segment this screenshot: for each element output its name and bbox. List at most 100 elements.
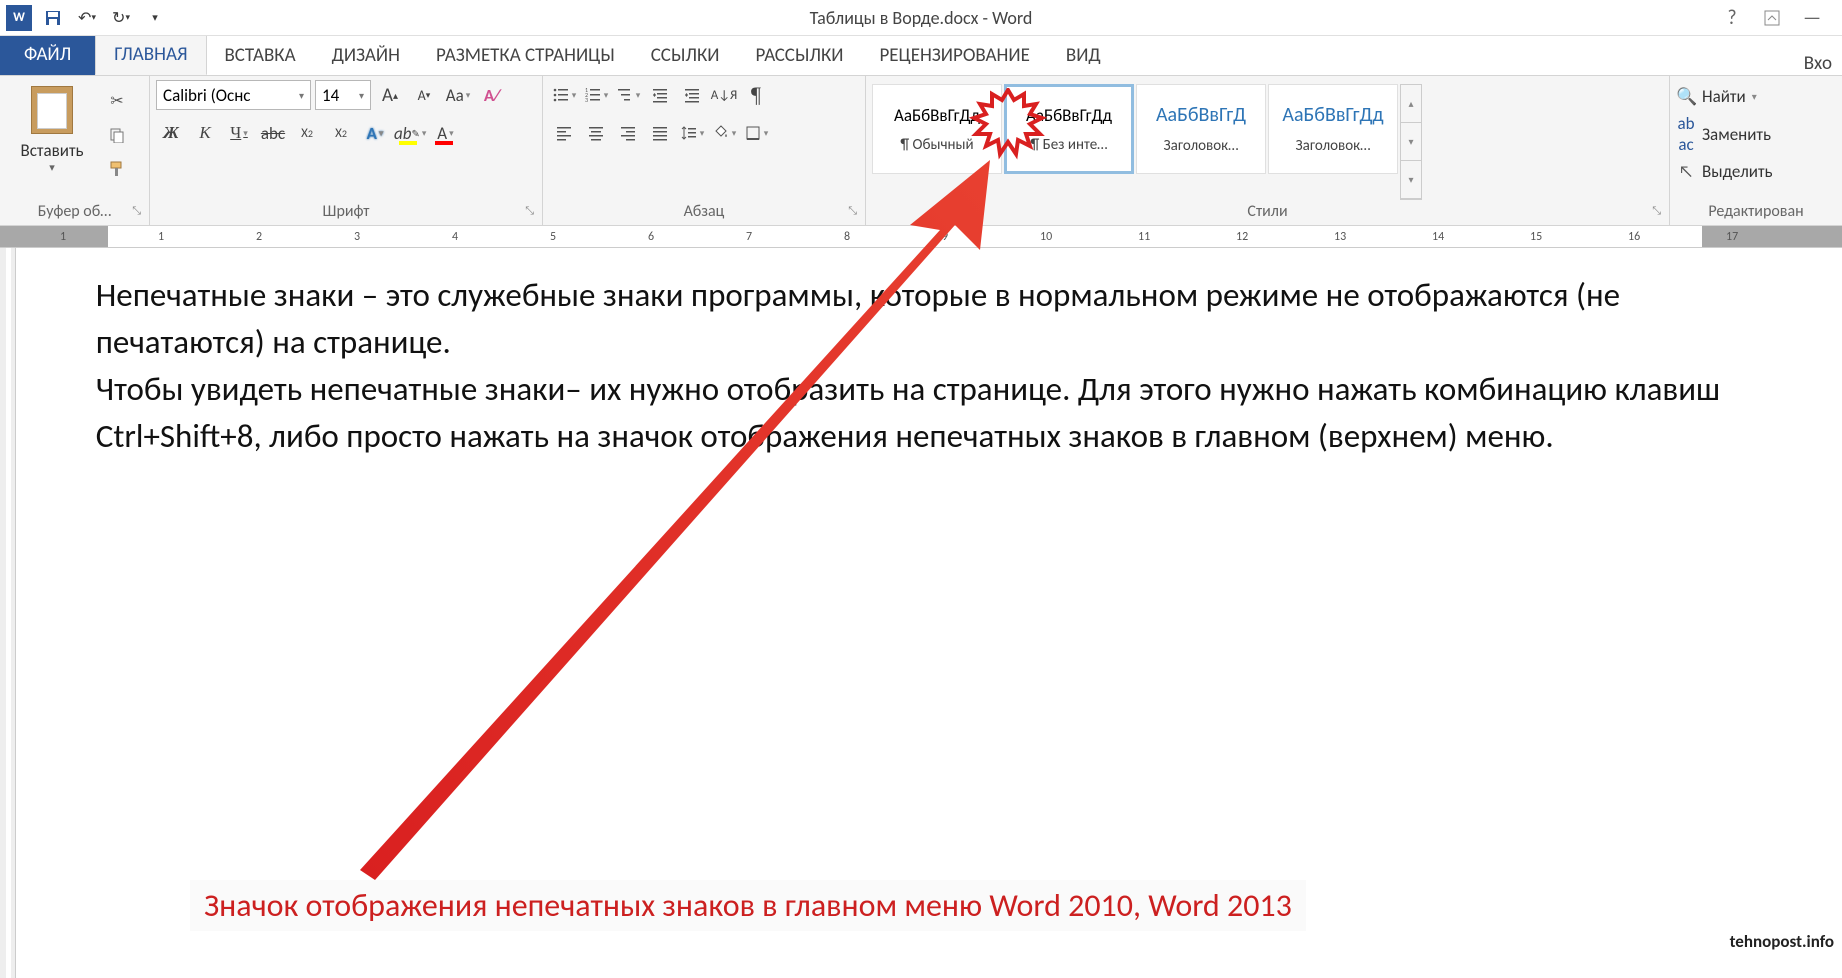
style-sample: АаБбВвГгДд [1026,105,1112,126]
tab-file[interactable]: ФАЙЛ [0,34,95,75]
style-name: ¶ Обычный [877,136,997,154]
group-clipboard: Вставить ▾ ✂ Буфер об…⤡ [0,76,150,225]
tab-design[interactable]: ДИЗАЙН [314,36,418,75]
tab-layout[interactable]: РАЗМЕТКА СТРАНИЦЫ [418,36,633,75]
ribbon-tabs: ФАЙЛ ГЛАВНАЯ ВСТАВКА ДИЗАЙН РАЗМЕТКА СТР… [0,36,1842,76]
group-editing-label: Редактирован [1676,200,1836,223]
styles-dialog-icon[interactable]: ⤡ [1652,204,1661,218]
paragraph-dialog-icon[interactable]: ⤡ [848,204,857,218]
font-name-combo[interactable]: Calibri (Оснс▾ [156,80,311,110]
italic-button[interactable]: К [190,118,220,148]
text-effects-button[interactable]: A [360,118,390,148]
clipboard-dialog-icon[interactable]: ⤡ [132,204,141,218]
cursor-icon: ↖ [1676,161,1696,182]
sort-button[interactable]: А↓Я [709,80,739,110]
styles-expand-icon[interactable]: ▾ [1401,161,1421,199]
select-button[interactable]: ↖Выделить [1676,161,1773,182]
format-painter-icon[interactable] [104,156,130,182]
shading-button[interactable] [709,118,739,148]
font-color-button[interactable]: A [430,118,460,148]
help-icon[interactable]: ? [1720,6,1744,30]
ruler-tick: 1 [60,230,66,244]
group-styles-label: Стили⤡ [872,200,1663,223]
document-body[interactable]: Непечатные знаки – это служебные знаки п… [16,248,1842,978]
group-font: Calibri (Оснс▾ 14▾ A▴ A▾ Aa A⁄ Ж К Ч abc… [150,76,543,225]
style-no-spacing[interactable]: АаБбВвГгДд ¶ Без инте… [1004,84,1134,174]
paste-dropdown-icon[interactable]: ▾ [49,161,55,174]
sign-in[interactable]: Вхо [1804,52,1842,75]
underline-button[interactable]: Ч [224,118,254,148]
borders-button[interactable] [741,118,771,148]
group-clipboard-label: Буфер об…⤡ [6,200,143,223]
style-sample: АаБбВвГгД [1156,103,1246,127]
qat-customize-icon[interactable]: ▾ [142,5,168,31]
tab-home[interactable]: ГЛАВНАЯ [95,34,206,75]
line-spacing-button[interactable] [677,118,707,148]
superscript-button[interactable]: X2 [326,118,356,148]
minimize-icon[interactable]: — [1800,6,1824,30]
tab-references[interactable]: ССЫЛКИ [633,36,738,75]
replace-button[interactable]: abacЗаменить [1676,113,1771,155]
decrease-indent-button[interactable] [645,81,675,109]
ruler-tick: 2 [256,230,262,244]
style-heading2[interactable]: АаБбВвГгДд Заголовок… [1268,84,1398,174]
ruler-tick: 11 [1138,230,1150,244]
tab-mailings[interactable]: РАССЫЛКИ [738,36,862,75]
save-icon[interactable] [40,5,66,31]
show-hide-marks-button[interactable]: ¶ [741,80,771,110]
align-center-button[interactable] [581,119,611,147]
horizontal-ruler[interactable]: 11234567891011121314151617 [0,226,1842,248]
paragraph-1[interactable]: Непечатные знаки – это служебные знаки п… [96,272,1782,366]
styles-scroll-up-icon[interactable]: ▴ [1401,85,1421,123]
ruler-tick: 15 [1530,230,1542,244]
font-size-combo[interactable]: 14▾ [315,80,371,110]
ruler-tick: 1 [158,230,164,244]
paragraph-2[interactable]: Чтобы увидеть непечатные знаки– их нужно… [96,366,1782,460]
style-heading1[interactable]: АаБбВвГгД Заголовок… [1136,84,1266,174]
shrink-font-button[interactable]: A▾ [409,80,439,110]
bullets-button[interactable] [549,81,579,109]
grow-font-button[interactable]: A▴ [375,80,405,110]
ruler-tick: 14 [1432,230,1444,244]
vertical-ruler[interactable] [0,248,16,978]
redo-icon[interactable]: ↻▾ [108,5,134,31]
justify-button[interactable] [645,119,675,147]
font-color-swatch [435,141,453,145]
ruler-tick: 8 [844,230,850,244]
style-normal[interactable]: АаБбВвГгДд ¶ Обычный [872,84,1002,174]
align-right-button[interactable] [613,119,643,147]
numbering-button[interactable]: 123 [581,81,611,109]
styles-scroll-down-icon[interactable]: ▾ [1401,123,1421,161]
paste-label: Вставить [20,140,83,161]
font-dialog-icon[interactable]: ⤡ [525,204,534,218]
copy-icon[interactable] [104,122,130,148]
clear-formatting-button[interactable]: A⁄ [477,80,507,110]
multilevel-list-button[interactable] [613,81,643,109]
change-case-button[interactable]: Aa [443,80,473,110]
align-left-button[interactable] [549,119,579,147]
ribbon-options-icon[interactable] [1760,6,1784,30]
bold-button[interactable]: Ж [156,118,186,148]
ruler-tick: 13 [1334,230,1346,244]
subscript-button[interactable]: X2 [292,118,322,148]
strikethrough-button[interactable]: abc [258,118,288,148]
increase-indent-button[interactable] [677,81,707,109]
cut-icon[interactable]: ✂ [104,88,130,114]
undo-icon[interactable]: ↶▾ [74,5,100,31]
tab-review[interactable]: РЕЦЕНЗИРОВАНИЕ [861,36,1047,75]
watermark: tehnopost.info [1730,931,1834,952]
tab-view[interactable]: ВИД [1048,36,1119,75]
ruler-tick: 17 [1726,230,1738,244]
paste-button[interactable]: Вставить ▾ [6,80,98,174]
window-controls: ? — [1720,6,1842,30]
ruler-tick: 7 [746,230,752,244]
ruler-tick: 12 [1236,230,1248,244]
highlight-button[interactable]: ab✎ [394,118,426,148]
style-name: Заголовок… [1273,137,1393,155]
group-styles: АаБбВвГгДд ¶ Обычный АаБбВвГгДд ¶ Без ин… [866,76,1670,225]
ruler-tick: 5 [550,230,556,244]
ruler-tick: 9 [942,230,948,244]
tab-insert[interactable]: ВСТАВКА [207,36,314,75]
document-area: Непечатные знаки – это служебные знаки п… [0,248,1842,978]
find-button[interactable]: 🔍Найти ▾ [1676,86,1757,107]
